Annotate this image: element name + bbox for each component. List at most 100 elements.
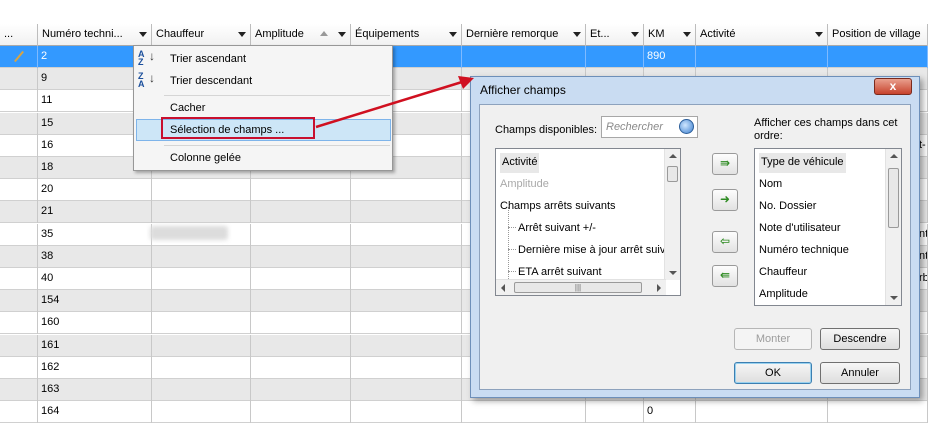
- table-cell[interactable]: [696, 46, 828, 68]
- table-cell[interactable]: [0, 46, 38, 68]
- table-cell[interactable]: [0, 112, 38, 135]
- table-cell[interactable]: 35: [38, 223, 152, 246]
- close-icon[interactable]: x: [874, 78, 912, 95]
- list-item[interactable]: Arrêt suivant +/-: [508, 219, 596, 239]
- list-item[interactable]: Champs arrêts suivants: [500, 197, 616, 217]
- available-list-hscrollbar[interactable]: |||: [496, 279, 666, 295]
- list-item[interactable]: Numéro technique: [759, 241, 849, 261]
- table-cell[interactable]: [251, 356, 351, 379]
- table-cell[interactable]: 0: [644, 401, 696, 423]
- table-cell[interactable]: [0, 90, 38, 113]
- table-cell[interactable]: [462, 401, 586, 423]
- column-header-activite[interactable]: Activité: [696, 24, 828, 46]
- table-cell[interactable]: 38: [38, 245, 152, 268]
- table-cell[interactable]: [0, 179, 38, 202]
- list-item[interactable]: Note d'utilisateur: [759, 219, 841, 239]
- table-cell[interactable]: [351, 290, 462, 313]
- table-cell[interactable]: [0, 201, 38, 224]
- column-header-position-village[interactable]: Position de village: [828, 24, 928, 46]
- table-cell[interactable]: [586, 401, 644, 423]
- table-cell[interactable]: [351, 379, 462, 401]
- column-header-0[interactable]: ...: [0, 24, 38, 46]
- remove-button[interactable]: ⇦: [712, 231, 738, 253]
- table-cell[interactable]: [251, 379, 351, 401]
- table-cell[interactable]: 161: [38, 334, 152, 357]
- chevron-down-icon[interactable]: [238, 32, 246, 37]
- chevron-down-icon[interactable]: [338, 32, 346, 37]
- table-cell[interactable]: [251, 179, 351, 202]
- table-cell[interactable]: [251, 334, 351, 357]
- list-item[interactable]: Amplitude: [759, 285, 808, 305]
- table-cell[interactable]: [251, 401, 351, 423]
- table-cell[interactable]: 162: [38, 356, 152, 379]
- table-cell[interactable]: 163: [38, 379, 152, 401]
- table-cell[interactable]: [351, 356, 462, 379]
- scroll-down-icon[interactable]: [890, 296, 898, 300]
- cancel-button[interactable]: Annuler: [820, 362, 900, 384]
- list-item[interactable]: Nom: [759, 175, 782, 195]
- table-cell[interactable]: [351, 312, 462, 335]
- table-cell[interactable]: [251, 223, 351, 246]
- table-cell[interactable]: [828, 46, 928, 68]
- table-cell[interactable]: [0, 290, 38, 313]
- column-header-et[interactable]: Et...: [586, 24, 644, 46]
- scroll-right-icon[interactable]: [657, 284, 661, 292]
- scroll-left-icon[interactable]: [501, 284, 505, 292]
- table-cell[interactable]: [0, 134, 38, 157]
- chevron-down-icon[interactable]: [139, 32, 147, 37]
- column-header-numero[interactable]: Numéro techni...: [38, 24, 152, 46]
- table-cell[interactable]: [0, 312, 38, 335]
- table-cell[interactable]: [351, 223, 462, 246]
- menu-item-sort-ascending[interactable]: A Z ↓ Trier ascendant: [134, 48, 392, 70]
- available-fields-list[interactable]: Activité Amplitude Champs arrêts suivants A…: [495, 148, 681, 296]
- table-cell[interactable]: [152, 379, 251, 401]
- list-item[interactable]: Chauffeur: [759, 263, 807, 283]
- list-item[interactable]: Dernière mise à jour arrêt suivant: [508, 241, 680, 261]
- ok-button[interactable]: OK: [734, 362, 812, 384]
- scroll-up-icon[interactable]: [890, 154, 898, 158]
- table-cell[interactable]: 154: [38, 290, 152, 313]
- chevron-down-icon[interactable]: [631, 32, 639, 37]
- scroll-thumb[interactable]: |||: [514, 282, 642, 293]
- table-cell[interactable]: [0, 401, 38, 423]
- table-cell[interactable]: [351, 201, 462, 224]
- table-cell[interactable]: [696, 401, 828, 423]
- table-cell[interactable]: 20: [38, 179, 152, 202]
- table-cell[interactable]: [0, 334, 38, 357]
- chevron-down-icon[interactable]: [573, 32, 581, 37]
- menu-item-freeze-column[interactable]: Colonne gelée: [134, 147, 392, 169]
- table-cell[interactable]: [351, 268, 462, 290]
- table-cell[interactable]: 160: [38, 312, 152, 335]
- column-header-km[interactable]: KM: [644, 24, 696, 46]
- field-search-input[interactable]: Rechercher: [601, 116, 698, 138]
- table-cell[interactable]: [828, 401, 928, 423]
- add-all-button[interactable]: ⇛: [712, 153, 738, 175]
- table-cell[interactable]: [251, 201, 351, 224]
- table-cell[interactable]: [0, 379, 38, 401]
- table-cell[interactable]: [351, 245, 462, 268]
- scroll-thumb[interactable]: [667, 166, 678, 182]
- table-cell[interactable]: [152, 201, 251, 224]
- column-header-equipements[interactable]: Équipements: [351, 24, 462, 46]
- table-cell[interactable]: [0, 157, 38, 179]
- column-header-amplitude[interactable]: Amplitude: [251, 24, 351, 46]
- table-cell[interactable]: [0, 68, 38, 91]
- table-cell[interactable]: 21: [38, 201, 152, 224]
- table-cell[interactable]: [0, 223, 38, 246]
- table-cell[interactable]: [152, 245, 251, 268]
- column-header-derniere-remorque[interactable]: Dernière remorque: [462, 24, 586, 46]
- list-item[interactable]: Amplitude: [500, 175, 549, 195]
- add-button[interactable]: ➜: [712, 189, 738, 211]
- scroll-up-icon[interactable]: [669, 154, 677, 158]
- move-up-button[interactable]: Monter: [734, 328, 812, 350]
- table-cell[interactable]: [152, 334, 251, 357]
- available-list-vscrollbar[interactable]: [664, 149, 680, 280]
- list-item[interactable]: No. Dossier: [759, 197, 816, 217]
- table-cell[interactable]: [462, 46, 586, 68]
- table-cell[interactable]: [251, 290, 351, 313]
- table-cell[interactable]: [0, 356, 38, 379]
- column-header-chauffeur[interactable]: Chauffeur: [152, 24, 251, 46]
- table-cell[interactable]: [0, 268, 38, 290]
- table-cell[interactable]: [251, 268, 351, 290]
- table-cell[interactable]: [152, 179, 251, 202]
